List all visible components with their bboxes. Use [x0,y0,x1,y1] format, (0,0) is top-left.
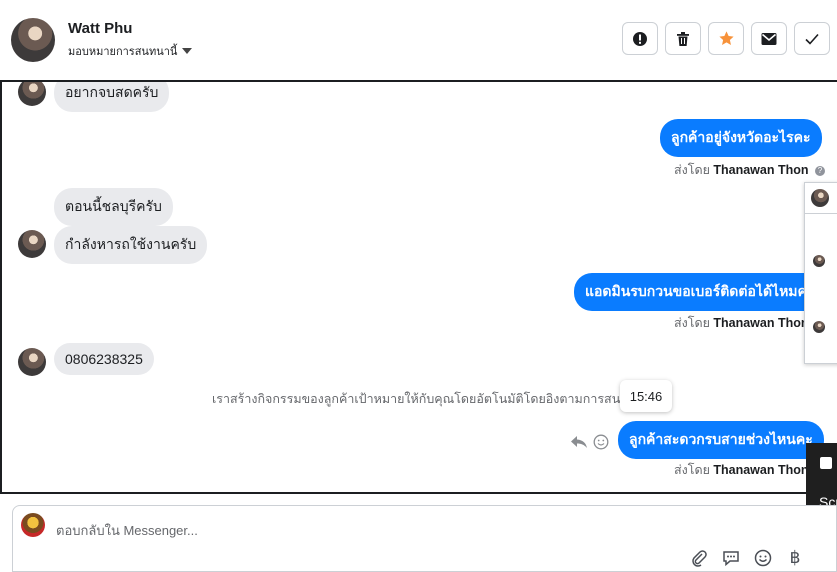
incoming-message[interactable]: อยากจบสดครับ [54,82,170,112]
emoji-button[interactable] [753,548,773,568]
sender-name: Thanawan Thon [713,163,809,177]
preview-avatar [813,321,825,333]
alert-icon [633,31,647,46]
sent-by-label: ส่งโดย Thanawan Thon [674,460,809,480]
assign-conversation-dropdown[interactable]: มอบหมายการสนทนานี้ [68,42,193,60]
saved-replies-button[interactable] [721,548,741,568]
conversation-header: Watt Phu มอบหมายการสนทนานี้ [0,0,837,81]
emoji-icon [754,549,772,567]
sent-by-label: ส่งโดย Thanawan Thon [674,313,809,333]
contact-avatar-small [18,230,46,258]
assign-label: มอบหมายการสนทนานี้ [68,46,178,58]
sent-by-label: ส่งโดย Thanawan Thon ? [674,160,825,180]
incoming-message[interactable]: กำลังหารถใช้งานครับ [54,226,208,264]
saved-reply-icon [723,551,739,567]
mark-spam-button[interactable] [622,22,658,55]
attachment-icon [692,550,707,567]
contact-avatar-small [18,348,46,376]
payment-button[interactable]: ฿ [785,548,805,568]
app-icon [820,457,832,469]
email-button[interactable] [751,22,787,55]
reply-input[interactable]: ตอบกลับใน Messenger... [56,520,198,541]
mini-chat-preview[interactable] [804,182,837,364]
outgoing-message[interactable]: แอดมินรบกวนขอเบอร์ติดต่อได้ไหมคะ [574,273,826,311]
caret-down-icon [182,48,193,54]
trash-icon [677,31,689,46]
check-icon [805,33,819,45]
mark-done-button[interactable] [794,22,830,55]
envelope-icon [761,32,777,45]
sent-by-prefix: ส่งโดย [674,163,710,177]
contact-avatar[interactable] [11,18,55,62]
baht-icon: ฿ [789,548,801,567]
message-thread[interactable]: อยากจบสดครับ ลูกค้าอยู่จังหวัดอะไรคะ ส่ง… [0,80,837,494]
contact-name[interactable]: Watt Phu [68,20,132,37]
sent-by-prefix: ส่งโดย [674,463,710,477]
sender-name: Thanawan Thon [713,316,809,330]
help-icon[interactable]: ? [815,165,825,176]
header-actions [622,22,830,55]
agent-avatar [21,513,45,537]
divider [805,213,837,214]
contact-avatar-small [18,82,46,106]
incoming-message[interactable]: 0806238325 [54,343,154,375]
star-icon [718,31,734,45]
preview-avatar [811,189,829,207]
star-button[interactable] [708,22,744,55]
outgoing-message[interactable]: ลูกค้าอยู่จังหวัดอะไรคะ [660,119,822,157]
reply-icon[interactable] [570,434,588,450]
incoming-message[interactable]: ตอนนี้ชลบุรีครับ [54,188,173,226]
react-emoji-icon[interactable] [593,434,609,450]
outgoing-message[interactable]: ลูกค้าสะดวกรบสายช่วงไหนคะ [618,421,824,459]
sent-by-prefix: ส่งโดย [674,316,710,330]
system-note: เราสร้างกิจกรรมของลูกค้าเป้าหมายให้กับคุ… [212,392,653,406]
attach-button[interactable] [689,548,709,568]
timestamp-tooltip: 15:46 [620,380,672,412]
delete-button[interactable] [665,22,701,55]
sender-name: Thanawan Thon [713,463,809,477]
preview-avatar [813,255,825,267]
